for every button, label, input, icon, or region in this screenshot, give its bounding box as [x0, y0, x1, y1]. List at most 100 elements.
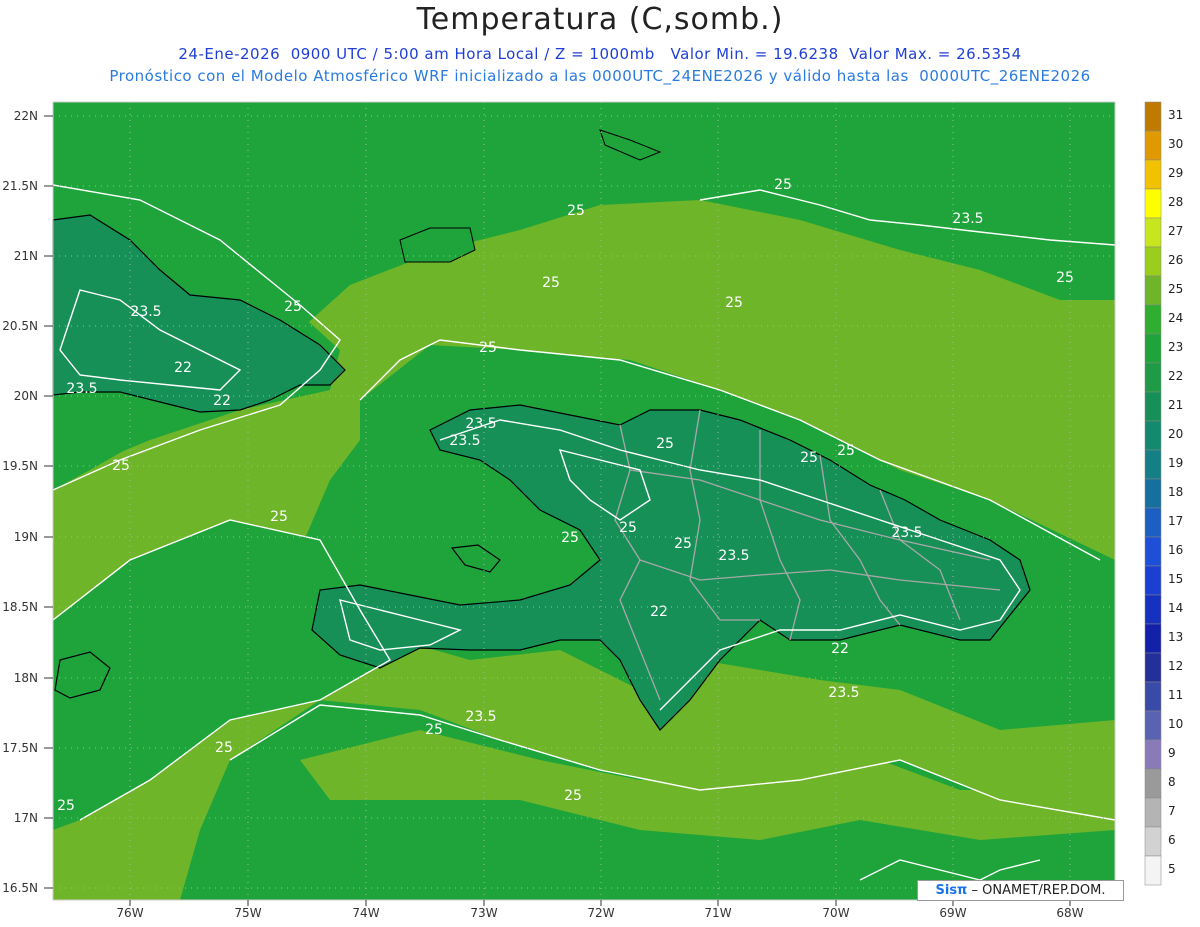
colorbar-label: 24 [1168, 311, 1183, 325]
contour-label: 25 [564, 788, 582, 804]
colorbar-label: 12 [1168, 659, 1183, 673]
temperature-map: 25 23.5 22 25 23.5 22 23.5 25 23.5 25 25 25 25 23.5 25… [2, 101, 1183, 920]
contour-label: 25 [800, 450, 818, 466]
lat-label: 19N [14, 530, 38, 544]
lon-label: 74W [352, 906, 379, 920]
colorbar-swatch [1144, 275, 1162, 306]
colorbar-swatch [1144, 130, 1162, 161]
contour-label: 22 [174, 360, 192, 376]
lat-label: 21.5N [2, 179, 38, 193]
credit-box: Sisπ – ONAMET/REP.DOM. [917, 880, 1124, 901]
colorbar-swatch [1144, 246, 1162, 277]
colorbar-swatch [1144, 478, 1162, 509]
colorbar-swatch [1144, 420, 1162, 451]
lat-label: 17N [14, 811, 38, 825]
colorbar-label: 25 [1168, 282, 1183, 296]
latitude-axis: 22N 21.5N 21N 20.5N 20N 19.5N 19N 18.5N 18N 17.5N… [2, 109, 53, 895]
lon-label: 71W [704, 906, 731, 920]
lat-label: 20N [14, 389, 38, 403]
lon-label: 76W [116, 906, 143, 920]
colorbar-swatch [1144, 217, 1162, 248]
lon-label: 72W [587, 906, 614, 920]
contour-label: 25 [656, 436, 674, 452]
colorbar-label: 6 [1168, 833, 1176, 847]
lat-label: 18.5N [2, 600, 38, 614]
colorbar-swatch [1144, 507, 1162, 538]
contour-label: 23.5 [66, 381, 97, 397]
lat-label: 20.5N [2, 319, 38, 333]
contour-label: 25 [425, 722, 443, 738]
contour-label: 25 [567, 203, 585, 219]
contour-label: 25 [215, 740, 233, 756]
longitude-axis: 76W 75W 74W 73W 72W 71W 70W 69W 68W [116, 900, 1084, 920]
colorbar-swatch [1144, 188, 1162, 219]
contour-label: 25 [561, 530, 579, 546]
colorbar-label: 31 [1168, 108, 1183, 122]
contour-label: 23.5 [465, 416, 496, 432]
colorbar-swatch [1144, 333, 1162, 364]
colorbar-label: 9 [1168, 746, 1176, 760]
colorbar-label: 13 [1168, 630, 1183, 644]
colorbar-swatch [1144, 362, 1162, 393]
contour-label: 25 [57, 798, 75, 814]
colorbar-swatch [1144, 739, 1162, 770]
contour-label: 23.5 [449, 433, 480, 449]
colorbar-label: 17 [1168, 514, 1183, 528]
colorbar-swatch [1144, 536, 1162, 567]
contour-label: 22 [650, 604, 668, 620]
lat-label: 19.5N [2, 459, 38, 473]
colorbar-label: 5 [1168, 862, 1176, 876]
colorbar-label: 26 [1168, 253, 1183, 267]
contour-label: 25 [270, 509, 288, 525]
colorbar-swatch [1144, 797, 1162, 828]
colorbar-label: 10 [1168, 717, 1183, 731]
lat-label: 16.5N [2, 881, 38, 895]
colorbar-swatch [1144, 681, 1162, 712]
colorbar-swatch [1144, 652, 1162, 683]
colorbar-label: 18 [1168, 485, 1183, 499]
colorbar-swatch [1144, 101, 1162, 132]
colorbar-swatch [1144, 710, 1162, 741]
colorbar-label: 29 [1168, 166, 1183, 180]
colorbar-swatch [1144, 623, 1162, 654]
colorbar-swatch [1144, 855, 1162, 886]
contour-label: 23.5 [891, 525, 922, 541]
colorbar-label: 27 [1168, 224, 1183, 238]
colorbar-swatch [1144, 304, 1162, 335]
lat-label: 18N [14, 671, 38, 685]
lat-label: 22N [14, 109, 38, 123]
colorbar-swatch [1144, 594, 1162, 625]
lon-label: 70W [822, 906, 849, 920]
colorbar-swatch [1144, 449, 1162, 480]
contour-label: 23.5 [828, 685, 859, 701]
lon-label: 75W [234, 906, 261, 920]
contour-label: 23.5 [465, 709, 496, 725]
colorbar-label: 19 [1168, 456, 1183, 470]
contour-label: 22 [213, 393, 231, 409]
contour-label: 23.5 [130, 304, 161, 320]
contour-label: 25 [674, 536, 692, 552]
colorbar-swatch [1144, 768, 1162, 799]
colorbar-label: 22 [1168, 369, 1183, 383]
contour-label: 25 [479, 340, 497, 356]
colorbar-label: 21 [1168, 398, 1183, 412]
lon-label: 68W [1056, 906, 1083, 920]
contour-label: 25 [725, 295, 743, 311]
colorbar-label: 15 [1168, 572, 1183, 586]
colorbar-label: 28 [1168, 195, 1183, 209]
colorbar-label: 14 [1168, 601, 1183, 615]
contour-label: 23.5 [718, 548, 749, 564]
lon-label: 69W [939, 906, 966, 920]
colorbar-label: 30 [1168, 137, 1183, 151]
colorbar-label: 7 [1168, 804, 1176, 818]
contour-label: 23.5 [952, 211, 983, 227]
colorbar-label: 11 [1168, 688, 1183, 702]
colorbar-swatch [1144, 826, 1162, 857]
colorbar-label: 16 [1168, 543, 1183, 557]
colorbar-swatch [1144, 391, 1162, 422]
colorbar-label: 8 [1168, 775, 1176, 789]
colorbar-label: 23 [1168, 340, 1183, 354]
contour-label: 25 [837, 443, 855, 459]
contour-label: 25 [1056, 270, 1074, 286]
colorbar-swatch [1144, 159, 1162, 190]
